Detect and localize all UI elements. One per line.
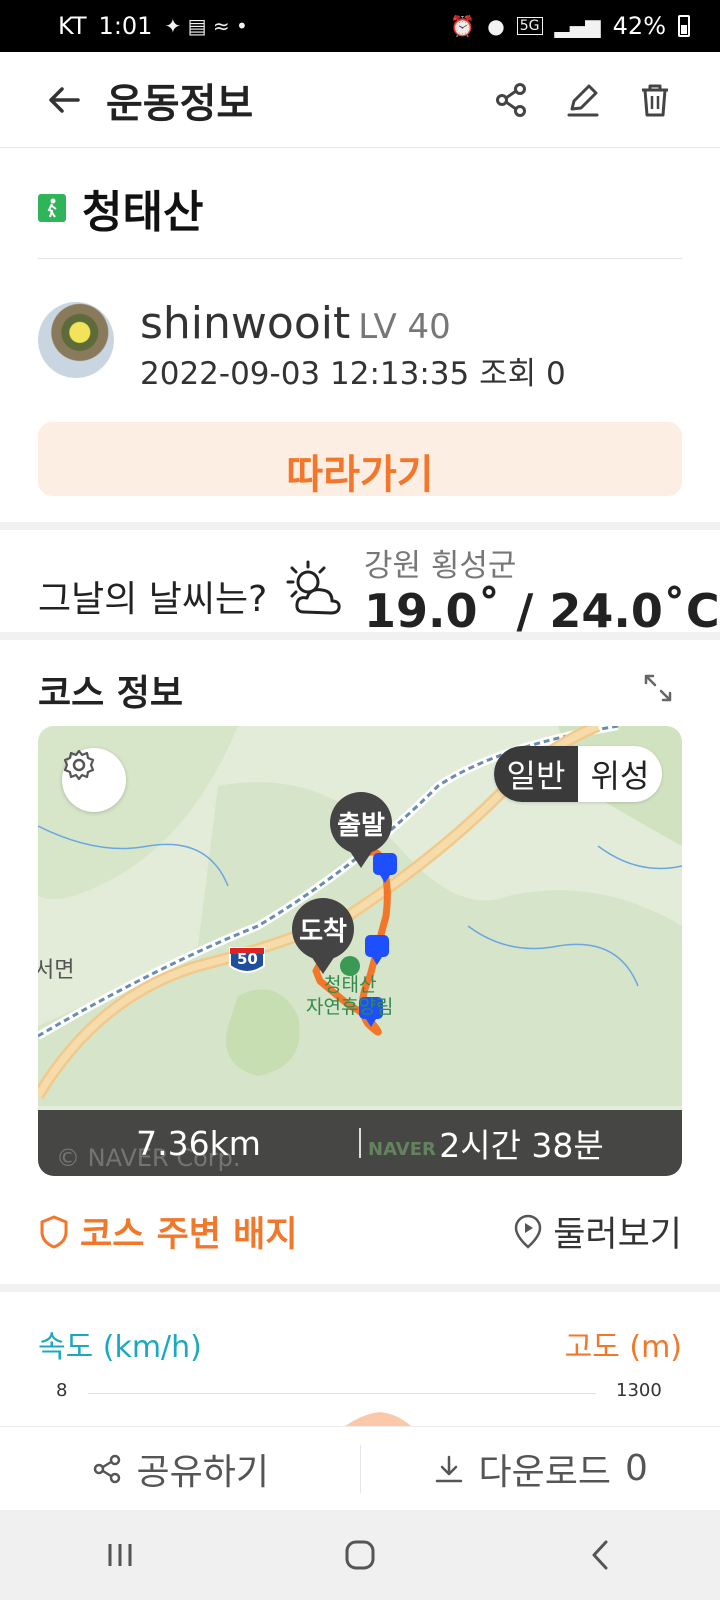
tour-label: 둘러보기	[553, 1215, 682, 1255]
back-button[interactable]	[36, 72, 92, 128]
notification-icons: ✦ ▤ ≈ •	[164, 14, 248, 38]
graph-gridline	[88, 1393, 596, 1394]
chevron-left-icon	[592, 1540, 608, 1570]
page-title: 운동정보	[106, 80, 254, 127]
altitude-axis-label: 고도 (m)	[564, 1330, 682, 1365]
map-place-label: 자연휴양림	[306, 996, 394, 1018]
carrier-label: KT	[58, 12, 87, 40]
alarm-icon: ⏰	[450, 14, 476, 38]
section-divider	[0, 632, 720, 640]
share-action-label: 공유하기	[136, 1451, 269, 1493]
play-location-icon	[514, 1214, 542, 1249]
hiking-icon	[38, 194, 66, 222]
bottom-action-bar: 공유하기 다운로드 0	[0, 1426, 720, 1510]
weather-question: 그날의 날씨는?	[38, 579, 268, 620]
map-mode-satellite[interactable]: 위성	[578, 746, 662, 802]
course-info-title: 코스 정보	[38, 673, 184, 714]
views-count: 0	[546, 356, 566, 392]
gear-icon	[63, 749, 95, 781]
tour-button[interactable]: 둘러보기	[513, 1206, 682, 1257]
map-copyright: © NAVER Corp.	[56, 1144, 241, 1172]
shield-icon	[40, 1215, 68, 1248]
post-date: 2022-09-03 12:13:35	[140, 356, 470, 392]
network-type-icon: 5G	[516, 17, 543, 35]
share-icon	[496, 82, 526, 117]
share-action-button[interactable]: 공유하기	[0, 1443, 360, 1495]
views-label: 조회	[479, 356, 537, 392]
edit-button[interactable]	[556, 73, 610, 127]
status-bar: KT 1:01 ✦ ▤ ≈ • ⏰ ● 5G ▂▄▆ 42%	[0, 0, 720, 52]
recent-apps-icon	[108, 1544, 132, 1566]
app-header: 운동정보	[0, 52, 720, 148]
post-meta: 2022-09-03 12:13:35 조회 0	[140, 348, 566, 393]
map-town-label: 서면	[38, 958, 75, 983]
follow-button[interactable]: 따라가기	[38, 422, 682, 496]
nearby-badges-link[interactable]: 코스 주변 배지	[38, 1206, 298, 1257]
map-type-toggle: 일반 위성	[494, 746, 662, 802]
section-divider	[0, 522, 720, 530]
course-name: 청태산	[82, 187, 204, 238]
checkpoint-marker[interactable]	[372, 852, 398, 884]
altitude-axis-max: 1300	[616, 1380, 662, 1401]
share-button[interactable]	[484, 73, 538, 127]
nearby-badges-label: 코스 주변 배지	[80, 1215, 298, 1255]
course-title-row: 청태산	[38, 176, 203, 240]
back-nav-button[interactable]	[560, 1525, 640, 1585]
speed-axis-label: 속도 (km/h)	[38, 1330, 202, 1365]
expand-icon	[644, 674, 672, 702]
battery-icon	[678, 15, 690, 37]
checkpoint-marker[interactable]	[364, 934, 390, 966]
expand-map-button[interactable]	[638, 668, 678, 708]
start-marker[interactable]: 출발	[330, 792, 392, 868]
arrow-left-icon	[49, 86, 80, 113]
pencil-icon	[567, 84, 599, 116]
user-level: LV 40	[358, 307, 451, 347]
share-icon	[93, 1454, 120, 1483]
partly-cloudy-icon	[280, 556, 348, 624]
divider	[38, 258, 682, 259]
map-mode-normal[interactable]: 일반	[494, 746, 578, 802]
location-icon: ●	[487, 14, 505, 38]
weather-location: 강원 횡성군	[364, 548, 517, 584]
home-button[interactable]	[320, 1525, 400, 1585]
end-marker[interactable]: 도착	[292, 898, 354, 974]
signal-icon: ▂▄▆	[554, 14, 601, 38]
follow-button-label: 따라가기	[286, 452, 434, 496]
user-name[interactable]: shinwooit	[140, 298, 350, 349]
download-button[interactable]: 다운로드 0	[361, 1443, 720, 1495]
map-settings-button[interactable]	[62, 748, 126, 812]
delete-button[interactable]	[628, 73, 682, 127]
system-nav-bar	[0, 1510, 720, 1600]
avatar[interactable]	[38, 302, 114, 378]
user-name-row: shinwooit LV 40	[140, 298, 451, 349]
home-icon	[345, 1540, 375, 1570]
course-map[interactable]: 50 일반 위성 출발 도착 청태산 자연휴양림 서면 7.36km 2시간 3…	[38, 726, 682, 1176]
speed-axis-max: 8	[56, 1380, 68, 1401]
battery-percent: 42%	[612, 12, 666, 40]
section-divider	[0, 1284, 720, 1292]
download-label: 다운로드	[478, 1451, 612, 1493]
download-icon	[435, 1455, 462, 1482]
recent-apps-button[interactable]	[80, 1525, 160, 1585]
download-count: 0	[625, 1448, 648, 1489]
clock: 1:01	[98, 12, 153, 40]
naver-logo: NAVER	[368, 1139, 436, 1160]
weather-temperature: 19.0˚ / 24.0˚C	[364, 584, 720, 638]
trash-icon	[642, 84, 668, 116]
highway-number: 50	[237, 950, 258, 968]
